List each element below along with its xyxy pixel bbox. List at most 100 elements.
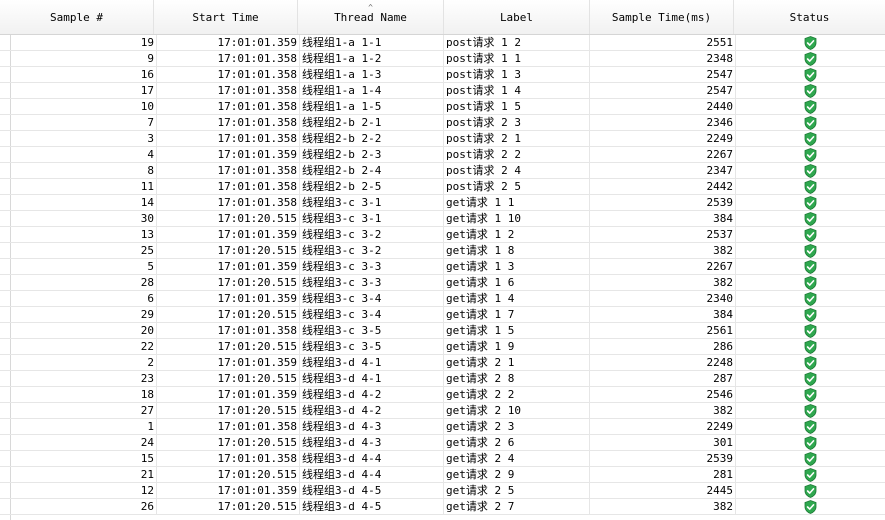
success-shield-icon — [804, 356, 817, 370]
table-row[interactable]: 22 17:01:20.515 线程组3-c 3-5 get请求 1 9 286 — [0, 339, 885, 355]
column-header-label[interactable]: Label — [444, 0, 590, 34]
table-row[interactable]: 28 17:01:20.515 线程组3-c 3-3 get请求 1 6 382 — [0, 275, 885, 291]
column-header-thread-name[interactable]: ^ Thread Name — [298, 0, 444, 34]
success-shield-icon — [804, 324, 817, 338]
success-shield-icon — [804, 180, 817, 194]
cell-start-time: 17:01:01.359 — [157, 147, 300, 162]
cell-label: get请求 2 5 — [444, 483, 590, 498]
table-row[interactable]: 11 17:01:01.358 线程组2-b 2-5 post请求 2 5 2442 — [0, 179, 885, 195]
table-row[interactable]: 13 17:01:01.359 线程组3-c 3-2 get请求 1 2 2537 — [0, 227, 885, 243]
table-row[interactable]: 18 17:01:01.359 线程组3-d 4-2 get请求 2 2 2546 — [0, 387, 885, 403]
cell-status — [736, 35, 885, 50]
success-shield-icon — [804, 212, 817, 226]
table-row[interactable]: 6 17:01:01.359 线程组3-c 3-4 get请求 1 4 2340 — [0, 291, 885, 307]
cell-start-time: 17:01:20.515 — [157, 211, 300, 226]
cell-sample-number: 14 — [10, 195, 157, 210]
cell-status — [736, 467, 885, 482]
table-row[interactable]: 12 17:01:01.359 线程组3-d 4-5 get请求 2 5 2445 — [0, 483, 885, 499]
table-row[interactable]: 24 17:01:20.515 线程组3-d 4-3 get请求 2 6 301 — [0, 435, 885, 451]
table-row[interactable]: 7 17:01:01.358 线程组2-b 2-1 post请求 2 3 2346 — [0, 115, 885, 131]
cell-start-time: 17:01:01.359 — [157, 259, 300, 274]
cell-status — [736, 227, 885, 242]
table-row[interactable]: 23 17:01:20.515 线程组3-d 4-1 get请求 2 8 287 — [0, 371, 885, 387]
table-row[interactable]: 26 17:01:20.515 线程组3-d 4-5 get请求 2 7 382 — [0, 499, 885, 515]
table-row[interactable]: 1 17:01:01.358 线程组3-d 4-3 get请求 2 3 2249 — [0, 419, 885, 435]
cell-start-time: 17:01:01.359 — [157, 355, 300, 370]
results-table: Sample # Start Time ^ Thread Name Label … — [0, 0, 885, 520]
cell-label: get请求 2 4 — [444, 451, 590, 466]
cell-start-time: 17:01:01.358 — [157, 131, 300, 146]
table-row[interactable]: 20 17:01:01.358 线程组3-c 3-5 get请求 1 5 2561 — [0, 323, 885, 339]
cell-sample-time: 286 — [590, 339, 736, 354]
cell-status — [736, 307, 885, 322]
success-shield-icon — [804, 68, 817, 82]
cell-sample-number: 22 — [10, 339, 157, 354]
success-shield-icon — [804, 116, 817, 130]
cell-label: post请求 1 4 — [444, 83, 590, 98]
cell-status — [736, 99, 885, 114]
cell-thread-name: 线程组1-a 1-1 — [300, 35, 444, 50]
cell-label: post请求 2 2 — [444, 147, 590, 162]
cell-sample-number: 5 — [10, 259, 157, 274]
cell-start-time: 17:01:01.359 — [157, 387, 300, 402]
table-row[interactable]: 30 17:01:20.515 线程组3-c 3-1 get请求 1 10 384 — [0, 211, 885, 227]
cell-label: post请求 2 3 — [444, 115, 590, 130]
cell-sample-number: 18 — [10, 387, 157, 402]
cell-status — [736, 483, 885, 498]
table-row[interactable]: 3 17:01:01.358 线程组2-b 2-2 post请求 2 1 2249 — [0, 131, 885, 147]
cell-thread-name: 线程组3-d 4-1 — [300, 355, 444, 370]
column-header-status-label: Status — [789, 10, 830, 24]
cell-status — [736, 355, 885, 370]
cell-sample-time: 287 — [590, 371, 736, 386]
table-row[interactable]: 4 17:01:01.359 线程组2-b 2-3 post请求 2 2 2267 — [0, 147, 885, 163]
table-row[interactable]: 2 17:01:01.359 线程组3-d 4-1 get请求 2 1 2248 — [0, 355, 885, 371]
table-row[interactable]: 16 17:01:01.358 线程组1-a 1-3 post请求 1 3 2547 — [0, 67, 885, 83]
column-header-status[interactable]: Status — [734, 0, 885, 34]
table-row[interactable]: 27 17:01:20.515 线程组3-d 4-2 get请求 2 10 382 — [0, 403, 885, 419]
cell-sample-number: 24 — [10, 435, 157, 450]
column-header-start-time[interactable]: Start Time — [154, 0, 298, 34]
cell-status — [736, 211, 885, 226]
column-header-sample-time[interactable]: Sample Time(ms) — [590, 0, 734, 34]
table-row[interactable]: 9 17:01:01.358 线程组1-a 1-2 post请求 1 1 2348 — [0, 51, 885, 67]
success-shield-icon — [804, 388, 817, 402]
cell-start-time: 17:01:01.358 — [157, 115, 300, 130]
table-row[interactable]: 5 17:01:01.359 线程组3-c 3-3 get请求 1 3 2267 — [0, 259, 885, 275]
cell-thread-name: 线程组2-b 2-4 — [300, 163, 444, 178]
cell-sample-number: 16 — [10, 67, 157, 82]
cell-sample-number: 15 — [10, 451, 157, 466]
table-row[interactable]: 29 17:01:20.515 线程组3-c 3-4 get请求 1 7 384 — [0, 307, 885, 323]
cell-status — [736, 131, 885, 146]
cell-label: get请求 2 7 — [444, 499, 590, 514]
cell-thread-name: 线程组3-c 3-5 — [300, 323, 444, 338]
column-header-start-time-label: Start Time — [192, 10, 259, 24]
table-row[interactable]: 21 17:01:20.515 线程组3-d 4-4 get请求 2 9 281 — [0, 467, 885, 483]
table-row[interactable]: 19 17:01:01.359 线程组1-a 1-1 post请求 1 2 2551 — [0, 35, 885, 51]
column-header-label-label: Label — [499, 10, 534, 24]
table-row[interactable]: 15 17:01:01.358 线程组3-d 4-4 get请求 2 4 2539 — [0, 451, 885, 467]
cell-status — [736, 291, 885, 306]
cell-sample-time: 301 — [590, 435, 736, 450]
cell-start-time: 17:01:01.358 — [157, 67, 300, 82]
cell-label: post请求 1 3 — [444, 67, 590, 82]
success-shield-icon — [804, 52, 817, 66]
cell-sample-time: 2267 — [590, 259, 736, 274]
column-header-sample[interactable]: Sample # — [0, 0, 154, 34]
cell-status — [736, 435, 885, 450]
cell-label: get请求 1 1 — [444, 195, 590, 210]
success-shield-icon — [804, 340, 817, 354]
cell-sample-number: 13 — [10, 227, 157, 242]
cell-label: get请求 1 5 — [444, 323, 590, 338]
table-row[interactable]: 25 17:01:20.515 线程组3-c 3-2 get请求 1 8 382 — [0, 243, 885, 259]
cell-sample-number: 28 — [10, 275, 157, 290]
cell-sample-number: 1 — [10, 419, 157, 434]
cell-start-time: 17:01:20.515 — [157, 339, 300, 354]
cell-start-time: 17:01:01.358 — [157, 99, 300, 114]
table-row[interactable]: 17 17:01:01.358 线程组1-a 1-4 post请求 1 4 2547 — [0, 83, 885, 99]
table-row[interactable]: 10 17:01:01.358 线程组1-a 1-5 post请求 1 5 2440 — [0, 99, 885, 115]
cell-sample-time: 2445 — [590, 483, 736, 498]
cell-thread-name: 线程组3-d 4-3 — [300, 419, 444, 434]
table-row[interactable]: 14 17:01:01.358 线程组3-c 3-1 get请求 1 1 2539 — [0, 195, 885, 211]
table-row[interactable]: 8 17:01:01.358 线程组2-b 2-4 post请求 2 4 2347 — [0, 163, 885, 179]
cell-sample-time: 382 — [590, 275, 736, 290]
